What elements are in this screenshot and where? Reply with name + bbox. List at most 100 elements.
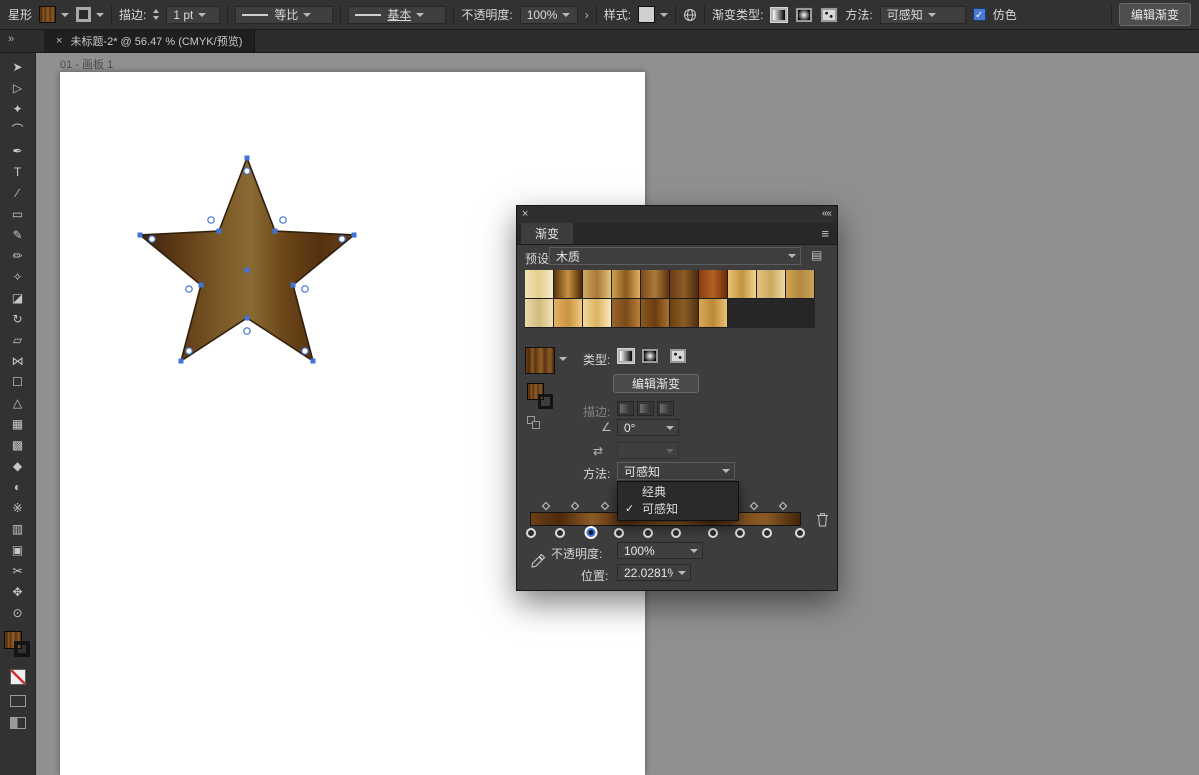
gradient-stop-selected[interactable]: [584, 526, 597, 539]
preset-swatch[interactable]: [583, 270, 612, 299]
scale-tool[interactable]: ▱: [4, 329, 32, 350]
corner-widget[interactable]: [244, 168, 250, 174]
fill-stroke-proxy[interactable]: [3, 631, 33, 661]
eraser-tool[interactable]: ◪: [4, 287, 32, 308]
preset-list-icon[interactable]: ▤: [811, 248, 822, 262]
opacity-dropdown[interactable]: 100%: [617, 542, 703, 559]
preset-swatch[interactable]: [525, 299, 554, 328]
blend-tool[interactable]: ◐: [4, 476, 32, 497]
gradient-midpoint[interactable]: [571, 502, 579, 510]
preset-swatch[interactable]: [583, 299, 612, 328]
style-dropdown[interactable]: [638, 6, 668, 23]
edit-gradient-button[interactable]: 编辑渐变: [613, 374, 699, 393]
draw-mode-button[interactable]: [10, 695, 26, 707]
free-transform-tool[interactable]: ☐: [4, 371, 32, 392]
magic-wand-tool[interactable]: ✦: [4, 98, 32, 119]
angle-dropdown[interactable]: 0°: [617, 419, 679, 436]
perspective-grid-tool[interactable]: △: [4, 392, 32, 413]
stroke-within-button[interactable]: [617, 401, 634, 416]
preset-swatch[interactable]: [641, 299, 670, 328]
linear-gradient-button[interactable]: [617, 348, 635, 364]
anchor-point[interactable]: [311, 359, 316, 364]
preset-swatch[interactable]: [670, 270, 699, 299]
preset-swatch[interactable]: [641, 270, 670, 299]
gradient-stop[interactable]: [671, 528, 681, 538]
preset-swatch[interactable]: [554, 299, 583, 328]
anchor-point[interactable]: [179, 359, 184, 364]
freeform-gradient-button[interactable]: [820, 7, 838, 23]
chevron-down-icon[interactable]: [559, 357, 567, 361]
screen-mode-button[interactable]: [10, 717, 26, 729]
stroke-width-stepper[interactable]: [153, 9, 159, 20]
method-dropdown[interactable]: 可感知: [880, 6, 966, 24]
rotate-tool[interactable]: ↻: [4, 308, 32, 329]
corner-widget[interactable]: [302, 348, 308, 354]
gradient-midpoint[interactable]: [601, 502, 609, 510]
preset-swatch[interactable]: [612, 270, 641, 299]
anchor-point[interactable]: [273, 229, 278, 234]
stroke-along-button[interactable]: [637, 401, 654, 416]
corner-widget[interactable]: [208, 217, 214, 223]
shaper-tool[interactable]: ✧: [4, 266, 32, 287]
artboard-tool[interactable]: ▣: [4, 539, 32, 560]
corner-widget[interactable]: [280, 217, 286, 223]
type-tool[interactable]: T: [4, 161, 32, 182]
corner-widget[interactable]: [244, 328, 250, 334]
graph-tool[interactable]: ▥: [4, 518, 32, 539]
anchor-point[interactable]: [245, 268, 250, 273]
preset-swatch[interactable]: [670, 299, 699, 328]
preset-swatch[interactable]: [728, 270, 757, 299]
panel-titlebar[interactable]: × ««: [517, 206, 837, 224]
direct-selection-tool[interactable]: ▷: [4, 77, 32, 98]
line-segment-tool[interactable]: ∕: [4, 182, 32, 203]
gradient-stop[interactable]: [735, 528, 745, 538]
gradient-midpoint[interactable]: [779, 502, 787, 510]
freeform-gradient-button[interactable]: [669, 348, 687, 364]
gradient-stop[interactable]: [708, 528, 718, 538]
method-option[interactable]: ✓可感知: [618, 501, 738, 518]
stroke-color-swatch[interactable]: [76, 7, 91, 22]
close-icon[interactable]: ×: [522, 208, 528, 220]
slice-tool[interactable]: ✂: [4, 560, 32, 581]
gradient-tool[interactable]: ▩: [4, 434, 32, 455]
style-swatch[interactable]: [638, 6, 655, 23]
gradient-stop[interactable]: [795, 528, 805, 538]
globe-icon[interactable]: [683, 8, 697, 22]
corner-widget[interactable]: [149, 236, 155, 242]
radial-gradient-button[interactable]: [795, 7, 813, 23]
panel-stroke-proxy[interactable]: [538, 394, 553, 409]
gradient-stop[interactable]: [614, 528, 624, 538]
corner-widget[interactable]: [186, 286, 192, 292]
corner-widget[interactable]: [339, 236, 345, 242]
none-swatch-button[interactable]: [10, 669, 26, 685]
eyedropper-icon[interactable]: [529, 552, 547, 573]
edit-gradient-button[interactable]: 编辑渐变: [1119, 3, 1191, 26]
selection-tool[interactable]: ➤: [4, 56, 32, 77]
fill-stroke-indicator-icon[interactable]: [527, 416, 541, 430]
anchor-point[interactable]: [245, 156, 250, 161]
preset-swatch[interactable]: [525, 270, 554, 299]
rectangle-tool[interactable]: ▭: [4, 203, 32, 224]
collapse-tools-icon[interactable]: »: [8, 33, 14, 45]
width-profile-dropdown[interactable]: 等比: [235, 6, 333, 24]
anchor-point[interactable]: [245, 316, 250, 321]
stroke-color-dropdown[interactable]: [76, 7, 104, 22]
corner-widget[interactable]: [186, 348, 192, 354]
fill-color-swatch[interactable]: [39, 6, 56, 23]
method-option[interactable]: 经典: [618, 484, 738, 501]
linear-gradient-button[interactable]: [770, 7, 788, 23]
pencil-tool[interactable]: ✏: [4, 245, 32, 266]
stroke-across-button[interactable]: [657, 401, 674, 416]
preset-swatch[interactable]: [554, 270, 583, 299]
collapse-panel-icon[interactable]: ««: [822, 208, 831, 219]
preset-dropdown[interactable]: 木质: [549, 247, 801, 265]
zoom-tool[interactable]: ⊙: [4, 602, 32, 623]
anchor-point[interactable]: [352, 233, 357, 238]
pen-tool[interactable]: ✒: [4, 140, 32, 161]
preset-swatch[interactable]: [699, 299, 728, 328]
position-dropdown[interactable]: 22.0281%: [617, 564, 691, 581]
gradient-stop[interactable]: [526, 528, 536, 538]
gradient-midpoint[interactable]: [749, 502, 757, 510]
eyedropper-tool[interactable]: ◆: [4, 455, 32, 476]
preset-swatch[interactable]: [757, 270, 786, 299]
